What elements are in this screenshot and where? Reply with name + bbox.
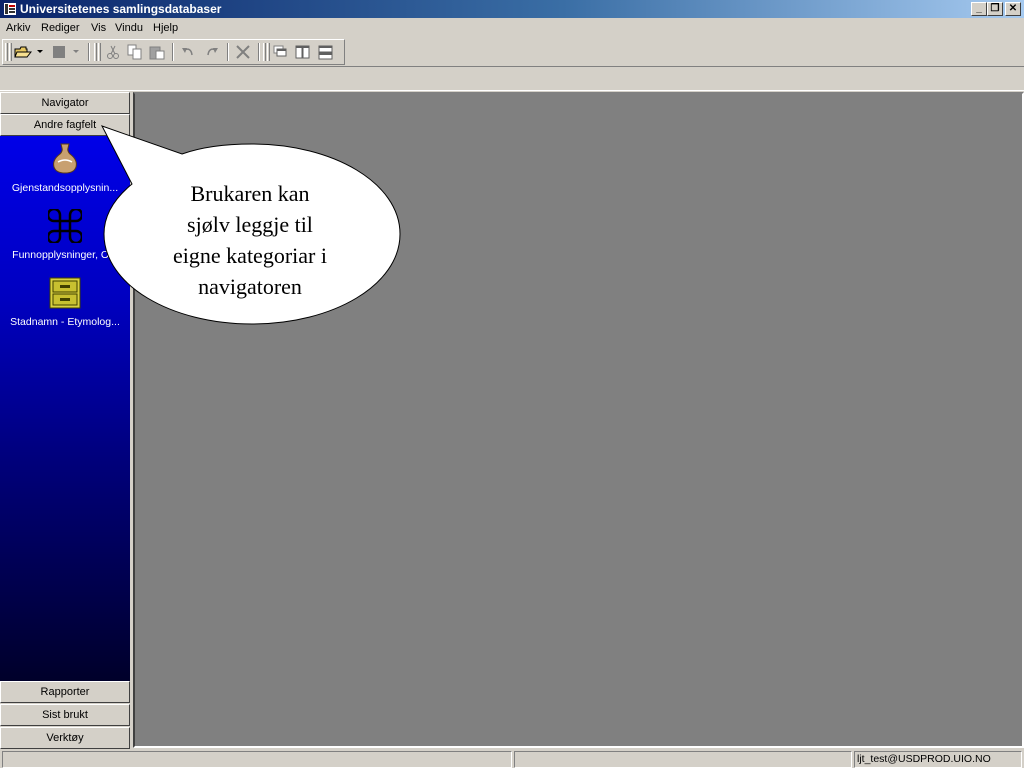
title-bar[interactable]: Universitetenes samlingsdatabaser _ ❐ ✕ bbox=[0, 0, 1024, 18]
toolbar-grip[interactable] bbox=[263, 43, 266, 61]
toolbar-grip[interactable] bbox=[9, 43, 12, 61]
copy-icon bbox=[127, 44, 142, 60]
toolbar-grip[interactable] bbox=[5, 43, 8, 61]
tile-horizontal-icon[interactable] bbox=[317, 44, 335, 60]
status-pane-secondary bbox=[514, 751, 852, 768]
status-pane-main bbox=[2, 751, 512, 768]
app-icon bbox=[4, 3, 16, 15]
navigator-button[interactable]: Navigator bbox=[0, 92, 130, 114]
undo-icon bbox=[182, 48, 193, 56]
menu-bar: Arkiv Rediger Vis Vindu Hjelp bbox=[0, 18, 1024, 38]
callout-line: navigatoren bbox=[198, 274, 302, 299]
delete-icon bbox=[236, 45, 250, 59]
tile-vertical-icon[interactable] bbox=[294, 44, 312, 60]
status-bar: ljt_test@USDPROD.UIO.NO bbox=[0, 749, 1024, 768]
toolbar-grip[interactable] bbox=[267, 43, 270, 61]
minimize-button[interactable]: _ bbox=[971, 2, 987, 16]
dropdown-arrow-icon bbox=[73, 50, 79, 53]
restore-button[interactable]: ❐ bbox=[987, 2, 1003, 16]
menu-rediger[interactable]: Rediger bbox=[41, 20, 80, 36]
cascade-icon[interactable] bbox=[272, 44, 290, 60]
toolbar-grip[interactable] bbox=[94, 43, 97, 61]
stop-icon bbox=[53, 46, 65, 58]
rapporter-button[interactable]: Rapporter bbox=[0, 681, 130, 703]
menu-vindu[interactable]: Vindu bbox=[115, 20, 143, 36]
sist-brukt-button[interactable]: Sist brukt bbox=[0, 704, 130, 726]
toolbar-separator bbox=[88, 43, 90, 61]
cut-icon bbox=[107, 45, 119, 59]
open-folder-icon[interactable] bbox=[14, 44, 32, 60]
window-title: Universitetenes samlingsdatabaser bbox=[20, 2, 222, 16]
file-cabinet-icon[interactable] bbox=[48, 276, 82, 310]
callout-line: sjølv leggje til bbox=[187, 212, 313, 237]
callout-line: eigne kategoriar i bbox=[173, 243, 327, 268]
toolbar-separator bbox=[227, 43, 229, 61]
vase-icon[interactable] bbox=[48, 142, 82, 176]
toolbar-grip[interactable] bbox=[98, 43, 101, 61]
callout-text: Brukaren kan sjølv leggje til eigne kate… bbox=[150, 178, 350, 302]
dropdown-arrow-icon[interactable] bbox=[37, 49, 44, 55]
callout-line: Brukaren kan bbox=[190, 181, 310, 206]
paste-icon bbox=[149, 46, 165, 60]
redo-icon bbox=[207, 48, 218, 56]
menu-arkiv[interactable]: Arkiv bbox=[6, 20, 30, 36]
close-button[interactable]: ✕ bbox=[1005, 2, 1021, 16]
toolbar-separator bbox=[258, 43, 260, 61]
status-user: ljt_test@USDPROD.UIO.NO bbox=[854, 751, 1022, 768]
command-icon[interactable] bbox=[48, 209, 82, 243]
toolbar-separator bbox=[172, 43, 174, 61]
verktoy-button[interactable]: Verktøy bbox=[0, 727, 130, 749]
menu-vis[interactable]: Vis bbox=[91, 20, 106, 36]
secondary-bar bbox=[0, 66, 1024, 91]
menu-hjelp[interactable]: Hjelp bbox=[153, 20, 178, 36]
toolbar bbox=[2, 39, 345, 65]
